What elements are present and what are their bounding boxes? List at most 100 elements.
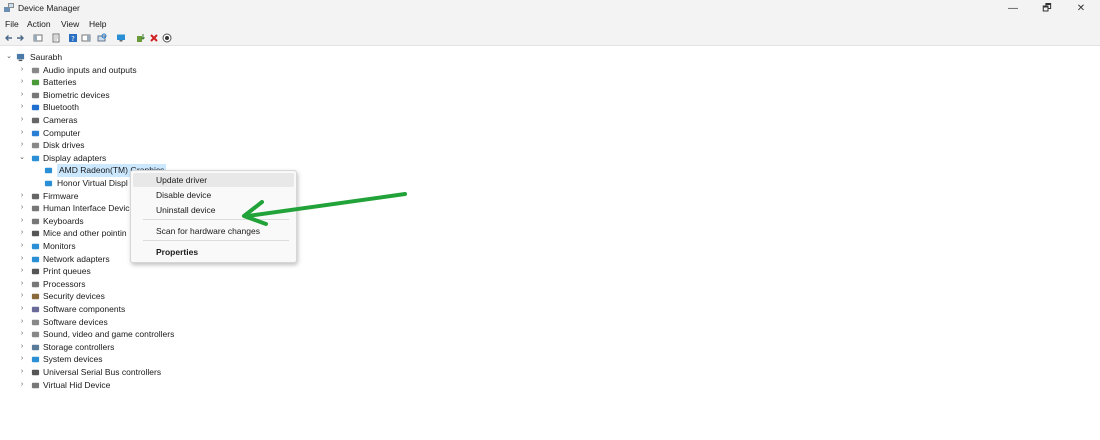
scan-icon[interactable] — [97, 33, 107, 43]
software-component-icon — [31, 306, 40, 313]
action-pane-icon[interactable] — [81, 33, 91, 43]
toolbar: ? — [0, 31, 1100, 46]
update-driver-icon[interactable] — [136, 33, 146, 43]
chevron-right-icon[interactable]: › — [18, 278, 26, 290]
enable-device-icon[interactable] — [162, 33, 172, 43]
keyboard-icon — [31, 218, 40, 224]
tree-category-label: Biometric devices — [43, 89, 110, 100]
chevron-right-icon[interactable]: › — [18, 265, 26, 277]
chevron-right-icon[interactable]: › — [18, 215, 26, 227]
tree-category-label: Print queues — [43, 266, 91, 277]
chevron-right-icon[interactable]: › — [18, 366, 26, 378]
chevron-right-icon[interactable]: › — [18, 64, 26, 76]
tree-category-label: Monitors — [43, 241, 76, 251]
uninstall-icon[interactable] — [149, 33, 159, 43]
menu-properties[interactable]: Properties — [133, 245, 294, 259]
hid-icon — [31, 205, 40, 212]
camera-icon — [31, 117, 40, 124]
system-device-icon — [31, 357, 40, 363]
chevron-right-icon[interactable]: › — [18, 114, 26, 126]
storage-icon — [31, 344, 40, 350]
device-manager-icon — [4, 3, 14, 12]
chevron-right-icon[interactable]: › — [18, 89, 26, 101]
back-icon[interactable] — [4, 33, 14, 43]
display-adapter-icon — [44, 168, 53, 174]
display-adapter-icon — [31, 155, 40, 161]
tree-category-label: System devices — [43, 354, 103, 365]
menu-action[interactable]: Action — [27, 19, 51, 29]
chevron-right-icon[interactable]: › — [18, 303, 26, 315]
maximize-button[interactable]: 🗗 — [1030, 0, 1064, 17]
computer-root-icon — [16, 53, 25, 62]
disk-icon — [31, 142, 40, 149]
tree-category-label: Bluetooth — [43, 102, 79, 113]
chevron-right-icon[interactable]: › — [18, 290, 26, 302]
menu-file[interactable]: File — [5, 19, 19, 29]
tree-root-label: Saurabh — [30, 52, 63, 62]
chevron-right-icon[interactable]: › — [18, 341, 26, 353]
chevron-right-icon[interactable]: › — [18, 190, 26, 202]
tree-category-label: Computer — [43, 127, 81, 138]
tree-category-label: Keyboards — [43, 215, 84, 226]
biometric-icon — [31, 92, 40, 98]
menu-help[interactable]: Help — [89, 19, 106, 29]
chevron-down-icon[interactable]: ⌄ — [18, 152, 26, 164]
tree-category-label: Batteries — [43, 77, 77, 88]
properties-icon[interactable] — [51, 33, 61, 43]
chevron-down-icon[interactable]: ⌄ — [5, 51, 13, 63]
chevron-right-icon[interactable]: › — [18, 101, 26, 113]
tree-category-label: Universal Serial Bus controllers — [43, 367, 162, 377]
display-adapter-icon — [44, 180, 53, 187]
tree-category-label: Sound, video and game controllers — [43, 329, 175, 340]
chevron-right-icon[interactable]: › — [18, 328, 26, 340]
chevron-right-icon[interactable]: › — [18, 139, 26, 151]
speaker-icon — [31, 67, 40, 73]
tree-category-label: Audio inputs and outputs — [43, 64, 137, 75]
tree-category-label: Security devices — [43, 291, 105, 302]
security-icon — [31, 294, 40, 300]
chevron-right-icon[interactable]: › — [18, 353, 26, 365]
processor-icon — [31, 281, 40, 287]
computer-icon — [31, 130, 40, 136]
chevron-right-icon[interactable]: › — [18, 253, 26, 265]
menu-bar: File Action View Help — [0, 17, 1100, 31]
menu-separator — [143, 240, 289, 241]
chevron-right-icon[interactable]: › — [18, 202, 26, 214]
close-button[interactable]: ✕ — [1064, 0, 1098, 17]
monitor-icon[interactable] — [116, 33, 126, 43]
monitor-icon — [31, 243, 40, 250]
chevron-right-icon[interactable]: › — [18, 379, 26, 391]
chevron-right-icon[interactable]: › — [18, 240, 26, 252]
menu-view[interactable]: View — [61, 19, 79, 29]
printer-icon — [31, 268, 40, 275]
tree-category-label: Cameras — [43, 115, 78, 125]
battery-icon — [31, 79, 40, 86]
tree-device-label: Honor Virtual Displ — [57, 178, 128, 188]
window-title: Device Manager — [18, 3, 80, 13]
network-icon — [31, 256, 40, 262]
tree-category-label: Software components — [43, 304, 126, 314]
bluetooth-icon — [31, 105, 40, 111]
forward-icon[interactable] — [15, 33, 25, 43]
chevron-right-icon[interactable]: › — [18, 316, 26, 328]
tree-category-label: Storage controllers — [43, 341, 115, 352]
show-hide-tree-icon[interactable] — [33, 33, 43, 43]
chevron-right-icon[interactable]: › — [18, 76, 26, 88]
chevron-right-icon[interactable]: › — [18, 127, 26, 139]
tree-category-label: Virtual Hid Device — [43, 379, 111, 390]
tree-category-label: Disk drives — [43, 140, 85, 151]
tree-category-label: Processors — [43, 278, 86, 289]
svg-text:?: ? — [71, 35, 75, 43]
firmware-icon — [31, 193, 40, 199]
tree-category-label: Firmware — [43, 190, 79, 201]
tree-category-label: Mice and other pointin — [43, 228, 127, 239]
tree-category-label: Human Interface Devic — [43, 203, 130, 214]
tree-category-label: Network adapters — [43, 253, 110, 264]
usb-icon — [31, 369, 40, 376]
annotation-arrow — [242, 192, 407, 226]
hid-icon — [31, 382, 40, 388]
help-icon[interactable]: ? — [68, 33, 78, 43]
minimize-button[interactable]: — — [996, 0, 1030, 17]
chevron-right-icon[interactable]: › — [18, 227, 26, 239]
title-bar: Device Manager — 🗗 ✕ — [0, 0, 1100, 17]
